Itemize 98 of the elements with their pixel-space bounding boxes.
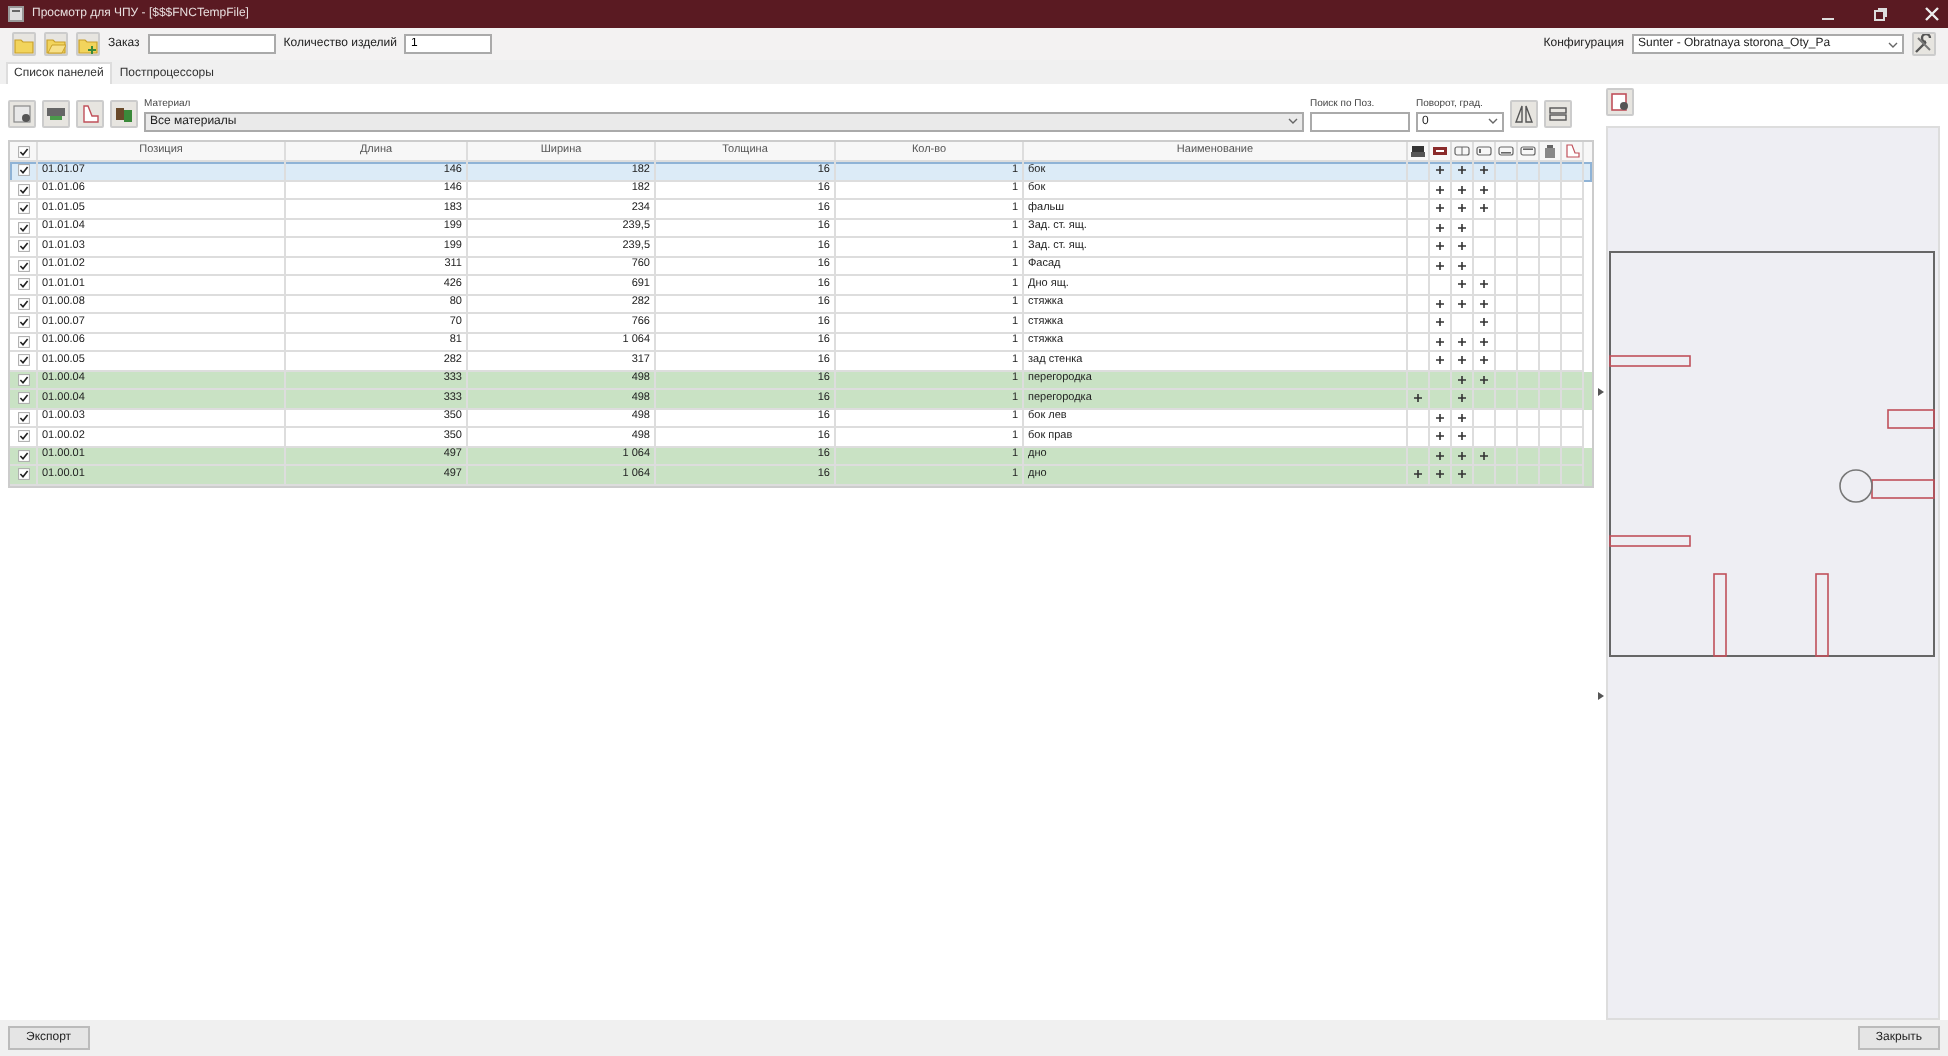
contour-button[interactable]: [76, 100, 104, 128]
edge-side-icon[interactable]: [1476, 144, 1492, 158]
edge-top-icon[interactable]: [1520, 144, 1536, 158]
caret-icon: [1288, 118, 1298, 124]
checkbox[interactable]: [17, 411, 29, 424]
plus-icon: [1436, 223, 1444, 232]
plus-icon: [1458, 280, 1466, 289]
plus-icon: [1458, 223, 1466, 232]
layers-button[interactable]: [1544, 100, 1572, 128]
checkbox[interactable]: [17, 373, 29, 386]
panel-icon: [12, 104, 32, 124]
plus-icon: [1414, 394, 1422, 403]
plus-icon: [1436, 470, 1444, 479]
machine-button[interactable]: [42, 100, 70, 128]
checkbox[interactable]: [17, 316, 29, 329]
close-icon[interactable]: [1924, 6, 1940, 22]
parts-icon: [114, 104, 134, 124]
plus-icon: [1414, 470, 1422, 479]
plus-icon: [1458, 356, 1466, 365]
panel-icon: [1610, 92, 1630, 112]
plus-icon: [1480, 299, 1488, 308]
plus-icon: [1436, 299, 1444, 308]
folder-plus-button[interactable]: [76, 32, 100, 56]
plus-icon: [1458, 166, 1466, 175]
tools-button[interactable]: [1912, 32, 1936, 56]
checkbox[interactable]: [17, 240, 29, 253]
checkbox[interactable]: [17, 145, 29, 157]
plus-icon: [1458, 337, 1466, 346]
plus-icon: [1436, 166, 1444, 175]
bin-icon[interactable]: [1542, 144, 1558, 158]
checkbox[interactable]: [17, 259, 29, 272]
plus-icon: [1458, 394, 1466, 403]
caret-icon: [1888, 41, 1898, 47]
plus-icon: [1480, 356, 1488, 365]
plus-icon: [1458, 242, 1466, 251]
printer-icon[interactable]: [1410, 144, 1426, 158]
plus-icon: [1458, 413, 1466, 422]
plus-icon: [1480, 337, 1488, 346]
plus-icon: [1458, 185, 1466, 194]
mirror-icon: [1514, 104, 1534, 124]
folder-open-icon: [46, 35, 66, 53]
plus-icon: [1458, 451, 1466, 460]
checkbox[interactable]: [17, 430, 29, 443]
plus-icon: [1458, 375, 1466, 384]
search-field[interactable]: [1310, 111, 1410, 131]
contour-icon: [80, 104, 100, 124]
plus-icon: [1480, 318, 1488, 327]
checkbox[interactable]: [17, 392, 29, 405]
plus-icon: [1436, 356, 1444, 365]
plus-icon: [1458, 432, 1466, 441]
machine-icon: [46, 104, 66, 124]
plus-icon: [1458, 204, 1466, 213]
plus-icon: [1480, 166, 1488, 175]
plus-icon: [1458, 470, 1466, 479]
plus-icon: [1480, 451, 1488, 460]
plus-icon: [1458, 261, 1466, 270]
checkbox[interactable]: [17, 183, 29, 196]
plus-icon: [1436, 337, 1444, 346]
plus-icon: [1436, 451, 1444, 460]
checkbox[interactable]: [17, 164, 29, 177]
tools-icon: [1914, 34, 1934, 54]
plus-icon: [1480, 280, 1488, 289]
checkbox[interactable]: [17, 354, 29, 367]
plus-icon: [1436, 318, 1444, 327]
parts-button[interactable]: [110, 100, 138, 128]
checkbox[interactable]: [17, 202, 29, 215]
caret-icon: [1488, 118, 1498, 124]
plus-icon: [1436, 413, 1444, 422]
plus-icon: [1436, 204, 1444, 213]
app-icon: [8, 6, 24, 22]
checkbox[interactable]: [17, 278, 29, 291]
plus-icon: [1480, 375, 1488, 384]
mirror-button[interactable]: [1510, 100, 1538, 128]
contour-icon[interactable]: [1564, 144, 1580, 158]
folder-plus-icon: [78, 35, 98, 53]
edge-both-icon[interactable]: [1454, 144, 1470, 158]
order-field[interactable]: [147, 34, 276, 54]
checkbox[interactable]: [17, 221, 29, 234]
plus-icon: [1480, 185, 1488, 194]
restore-icon[interactable]: [1872, 6, 1888, 22]
expand-arrow-icon[interactable]: [1597, 692, 1603, 700]
edge-band-icon[interactable]: [1432, 144, 1448, 158]
panel-button[interactable]: [8, 100, 36, 128]
plus-icon: [1436, 185, 1444, 194]
edge-bottom-icon[interactable]: [1498, 144, 1514, 158]
plus-icon: [1436, 261, 1444, 270]
preview-button[interactable]: [1606, 88, 1634, 116]
checkbox[interactable]: [17, 297, 29, 310]
folder-icon: [14, 35, 34, 53]
plus-icon: [1436, 242, 1444, 251]
checkbox[interactable]: [17, 468, 29, 481]
layers-icon: [1548, 104, 1568, 124]
plus-icon: [1436, 432, 1444, 441]
expand-arrow-icon[interactable]: [1597, 388, 1603, 396]
plus-icon: [1458, 299, 1466, 308]
checkbox[interactable]: [17, 335, 29, 348]
plus-icon: [1480, 204, 1488, 213]
checkbox[interactable]: [17, 449, 29, 462]
